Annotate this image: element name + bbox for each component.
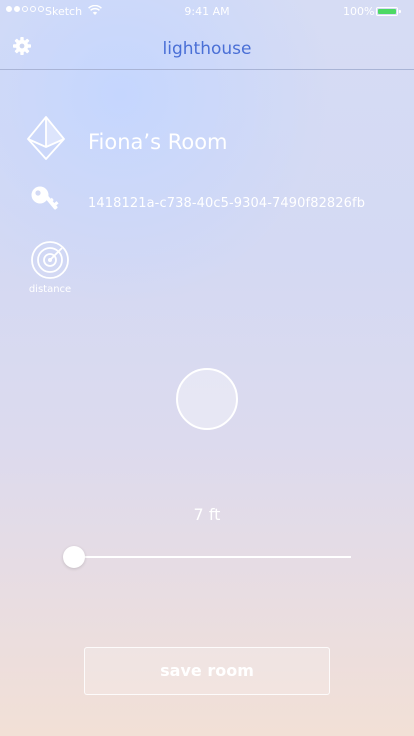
distance-label: distance — [28, 284, 72, 295]
key-icon — [30, 185, 62, 221]
room-id: 1418121a-c738-40c5-9304-7490f82826fb — [88, 196, 366, 211]
distance-slider-thumb[interactable] — [63, 546, 85, 568]
proximity-indicator — [176, 368, 238, 430]
room-name: Fiona’s Room — [88, 130, 228, 154]
status-bar: Sketch 9:41 AM 100% — [0, 0, 414, 22]
diamond-beacon-icon — [26, 115, 66, 165]
page-title: lighthouse — [162, 39, 252, 59]
save-room-button[interactable]: save room — [84, 647, 330, 695]
battery-tip — [399, 10, 401, 13]
distance-value: 7 ft — [193, 505, 221, 524]
radar-icon — [30, 240, 70, 284]
battery-icon — [376, 7, 398, 16]
navigation-bar: lighthouse — [0, 22, 414, 70]
distance-slider-track[interactable] — [74, 556, 351, 558]
battery-percent: 100% — [343, 5, 375, 18]
